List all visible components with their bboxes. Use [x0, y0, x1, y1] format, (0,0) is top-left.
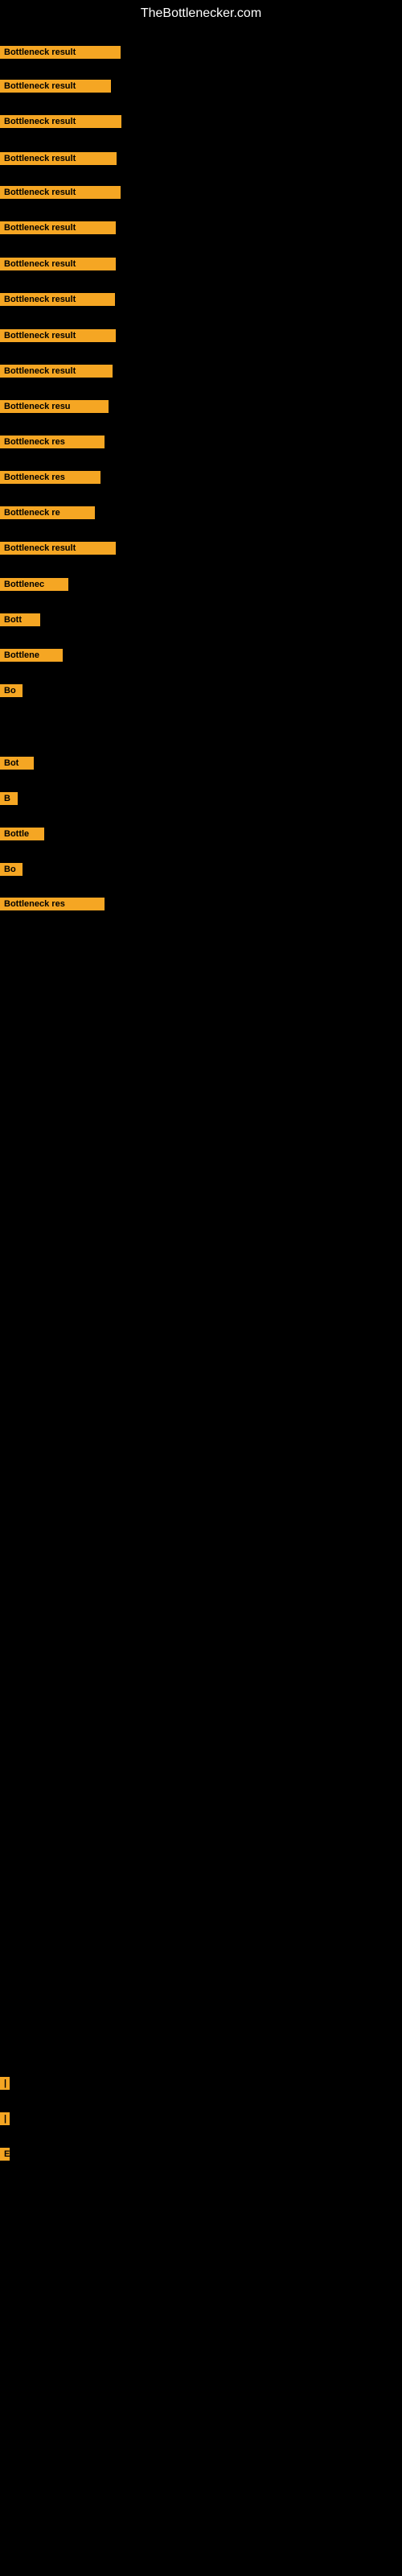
bottleneck-badge: E	[0, 2148, 10, 2161]
bottleneck-badge: Bottleneck result	[0, 186, 121, 199]
bottleneck-badge: Bottleneck resu	[0, 400, 109, 413]
bottleneck-badge: Bottleneck result	[0, 115, 121, 128]
bottleneck-badge: Bottleneck result	[0, 258, 116, 270]
bottleneck-badge: Bottleneck result	[0, 365, 113, 378]
bottleneck-badge: Bottleneck result	[0, 80, 111, 93]
bottleneck-badge: Bot	[0, 757, 34, 770]
bottleneck-badge: Bottle	[0, 828, 44, 840]
bottleneck-badge: Bottleneck res	[0, 436, 105, 448]
bottleneck-badge: Bo	[0, 684, 23, 697]
bottleneck-badge: Bottleneck re	[0, 506, 95, 519]
bottleneck-badge: Bottleneck result	[0, 46, 121, 59]
bottleneck-badge: Bottleneck result	[0, 542, 116, 555]
bottleneck-badge: Bottleneck result	[0, 329, 116, 342]
bottleneck-badge: Bottleneck res	[0, 898, 105, 910]
bottleneck-badge: B	[0, 792, 18, 805]
bottleneck-badge: Bottlene	[0, 649, 63, 662]
bottleneck-badge: Bott	[0, 613, 40, 626]
bottleneck-badge: Bottleneck result	[0, 293, 115, 306]
bottleneck-badge: Bo	[0, 863, 23, 876]
bottleneck-badge: |	[0, 2112, 10, 2125]
bottleneck-badge: Bottlenec	[0, 578, 68, 591]
bottleneck-badge: |	[0, 2077, 10, 2090]
bottleneck-badge: Bottleneck result	[0, 221, 116, 234]
bottleneck-badge: Bottleneck res	[0, 471, 100, 484]
bottleneck-badge: Bottleneck result	[0, 152, 117, 165]
